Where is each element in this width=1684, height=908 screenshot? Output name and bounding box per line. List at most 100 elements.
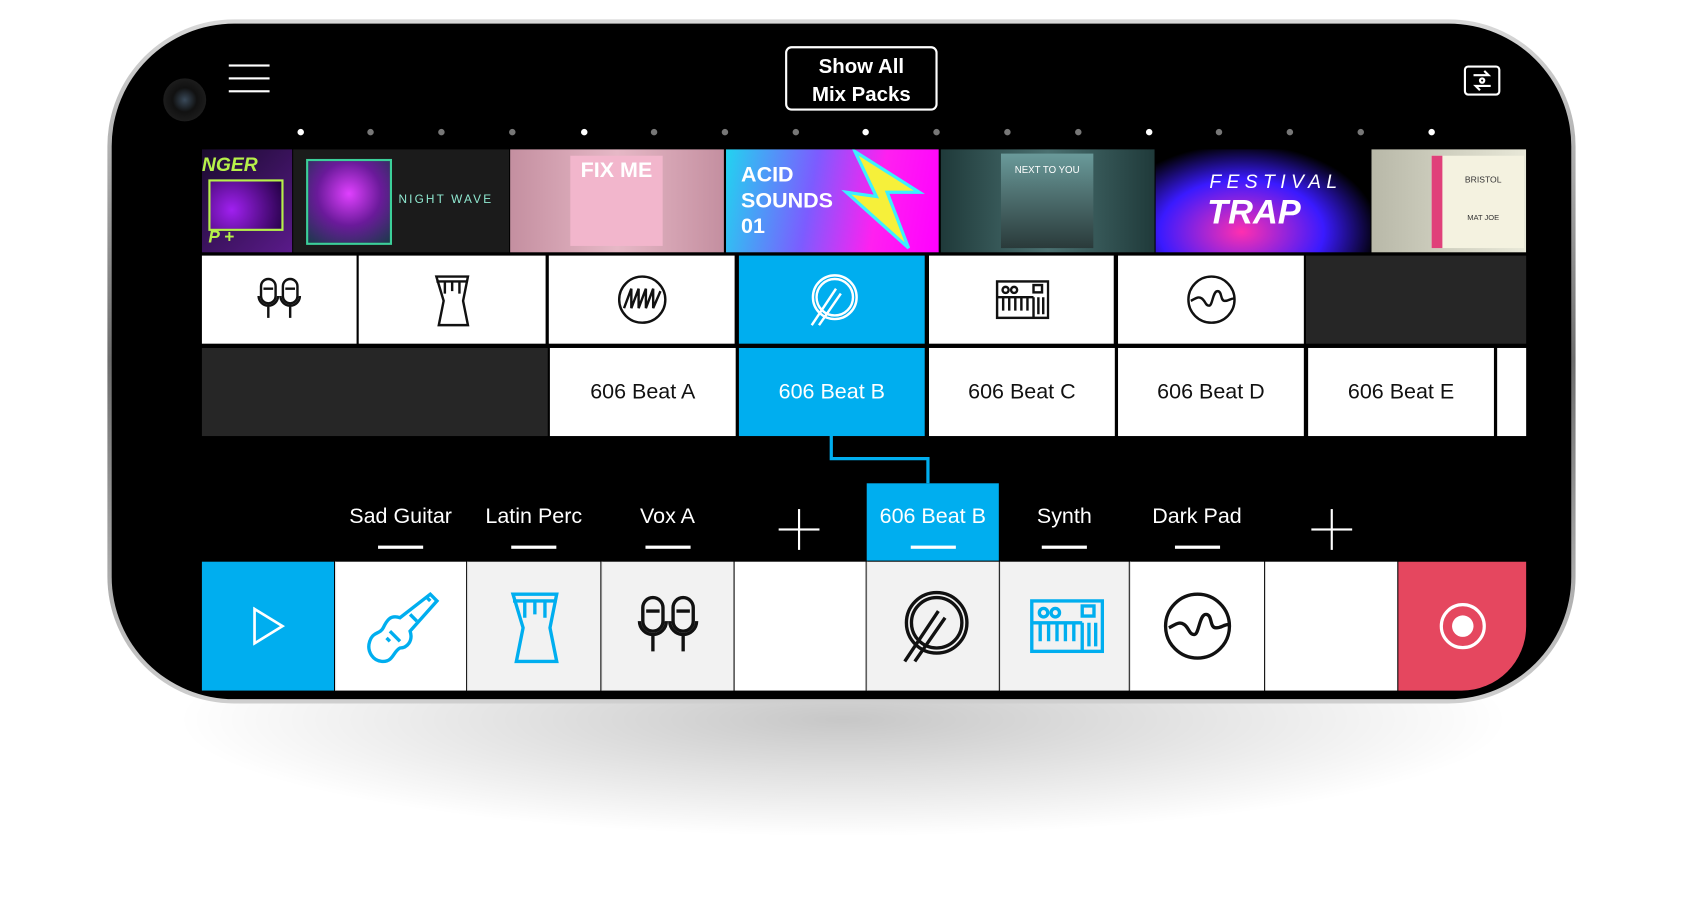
carousel-dot[interactable] — [1215, 128, 1223, 136]
track-slot[interactable] — [335, 561, 467, 691]
album-tile[interactable]: NIGHT WAVE — [293, 149, 510, 253]
sawtooth-wave-icon — [617, 275, 666, 324]
show-all-mix-packs-button[interactable]: Show All Mix Packs — [785, 46, 938, 111]
track-slot[interactable] — [999, 561, 1129, 691]
album-tile[interactable]: FIX ME — [510, 149, 724, 253]
track-label: Sad Guitar — [349, 504, 452, 529]
album-tile[interactable]: ACID SOUNDS 01 — [726, 149, 939, 253]
beat-cell[interactable]: 606 Beat E — [1308, 347, 1494, 437]
record-button[interactable] — [1398, 561, 1527, 691]
add-track-button[interactable] — [778, 509, 820, 550]
album-tile[interactable]: NGER P + — [201, 149, 293, 253]
album-title: NEXT TO YOU — [1014, 164, 1080, 176]
track-slot[interactable] — [866, 561, 999, 691]
carousel-dot[interactable] — [721, 128, 729, 136]
track-tab[interactable]: Latin Perc — [467, 483, 600, 560]
beat-cell[interactable]: 606 Beat B — [738, 347, 925, 437]
instrument-cell[interactable] — [1118, 255, 1304, 344]
album-art: NEXT TO YOU — [1000, 153, 1094, 249]
synth-keyboard-icon — [1029, 599, 1104, 654]
album-art: FIX ME — [570, 155, 663, 246]
track-tab[interactable]: Sad Guitar — [335, 483, 466, 560]
carousel-dot[interactable] — [438, 128, 445, 136]
show-all-label-line2: Mix Packs — [811, 83, 911, 107]
album-tile[interactable]: NEXT TO YOU — [940, 149, 1155, 253]
empty-track-slot[interactable] — [734, 561, 866, 691]
beat-cell[interactable]: 606 Beat C — [929, 347, 1115, 437]
show-all-label-line1: Show All — [818, 55, 905, 79]
empty-beat-slot — [201, 347, 548, 437]
record-icon — [1439, 603, 1486, 650]
instrument-cell[interactable] — [929, 255, 1114, 344]
instrument-cell[interactable] — [201, 255, 357, 344]
carousel-dot[interactable] — [1286, 128, 1294, 136]
album-subtitle: TRAP — [1207, 192, 1301, 231]
carousel-dot[interactable] — [792, 128, 800, 136]
album-subtitle: P + — [208, 228, 234, 248]
beat-label: 606 Beat B — [778, 379, 885, 404]
empty-track-slot[interactable] — [1265, 561, 1398, 691]
carousel-dot[interactable] — [862, 128, 869, 136]
track-tab[interactable]: Dark Pad — [1130, 483, 1264, 560]
hamburger-menu-icon[interactable] — [228, 64, 270, 94]
track-mute-bar[interactable] — [644, 545, 691, 549]
hand-drum-icon — [434, 275, 470, 327]
carousel-dot[interactable] — [650, 128, 658, 136]
drum-sticks-icon — [810, 274, 858, 326]
swap-view-icon[interactable] — [1463, 60, 1502, 99]
play-button[interactable] — [201, 561, 335, 691]
track-tab[interactable]: 606 Beat B — [866, 483, 999, 561]
phone-mockup: Show All Mix Packs NGER P + NIGHT WAVE F… — [0, 0, 1684, 908]
drum-sticks-icon — [903, 590, 969, 663]
track-slot[interactable] — [467, 561, 601, 691]
carousel-dot[interactable] — [509, 128, 516, 136]
track-mute-bar[interactable] — [511, 545, 557, 549]
track-mute-bar[interactable] — [1174, 545, 1220, 549]
microphones-icon — [637, 595, 699, 652]
beat-connector-line — [829, 436, 930, 484]
carousel-dot[interactable] — [367, 128, 374, 136]
beat-label: 606 Beat E — [1347, 379, 1455, 404]
album-title: NGER — [201, 153, 258, 176]
album-title: BRISTOL — [1464, 175, 1502, 185]
track-label: Dark Pad — [1152, 504, 1242, 529]
empty-instrument-slot — [1305, 255, 1527, 344]
carousel-dot[interactable] — [1428, 128, 1435, 136]
instrument-cell[interactable] — [738, 255, 925, 344]
track-slot[interactable] — [601, 561, 734, 691]
carousel-dot[interactable] — [581, 128, 588, 136]
track-mute-bar[interactable] — [910, 545, 956, 549]
album-tile[interactable]: BRISTOL MAT JOE — [1371, 149, 1527, 253]
instrument-cell[interactable] — [548, 255, 735, 344]
beat-cell[interactable]: 606 Beat A — [549, 347, 736, 437]
track-label: Synth — [1036, 504, 1092, 529]
track-tab[interactable]: Synth — [1000, 483, 1129, 560]
add-track-button[interactable] — [1311, 509, 1353, 550]
carousel-dot[interactable] — [933, 128, 940, 136]
carousel-dot[interactable] — [297, 128, 304, 136]
carousel-dot[interactable] — [1357, 128, 1364, 136]
carousel-dot[interactable] — [1004, 128, 1011, 136]
track-label: Latin Perc — [485, 504, 583, 529]
hand-drum-icon — [510, 592, 559, 664]
track-mute-bar[interactable] — [378, 545, 424, 549]
album-art: BRISTOL MAT JOE — [1431, 155, 1525, 249]
synth-keyboard-icon — [995, 280, 1050, 320]
beat-label: 606 Beat D — [1157, 379, 1265, 404]
beat-cell[interactable]: 606 Beat D — [1118, 347, 1304, 437]
mix-pack-carousel[interactable]: NGER P + NIGHT WAVE FIX ME ACID SOUNDS 0… — [201, 149, 1527, 253]
album-title: ACID SOUNDS 01 — [741, 163, 833, 239]
album-tile[interactable]: FESTIVAL TRAP — [1155, 149, 1371, 253]
album-art — [208, 179, 284, 231]
track-label: 606 Beat B — [879, 504, 986, 529]
instrument-cell[interactable] — [358, 255, 546, 344]
track-tab[interactable]: Vox A — [601, 483, 733, 560]
track-mute-bar[interactable] — [1041, 545, 1087, 549]
album-subtitle: MAT JOE — [1467, 214, 1500, 223]
camera-icon — [163, 78, 207, 122]
electric-guitar-icon — [366, 591, 439, 664]
track-slot[interactable] — [1129, 561, 1265, 691]
beat-cell-partial[interactable] — [1497, 347, 1527, 437]
carousel-dot[interactable] — [1075, 128, 1082, 136]
carousel-dot[interactable] — [1145, 128, 1153, 136]
